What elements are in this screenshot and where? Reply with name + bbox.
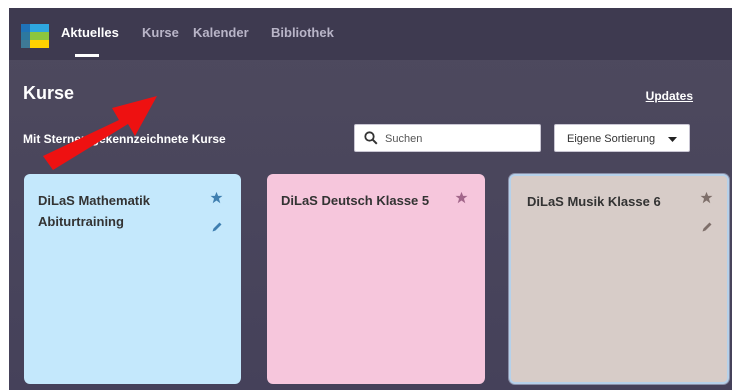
sort-dropdown[interactable]: Eigene Sortierung bbox=[554, 124, 690, 152]
nav-item-aktuelles[interactable]: Aktuelles bbox=[61, 25, 119, 40]
search-box[interactable] bbox=[354, 124, 541, 152]
brand-logo[interactable] bbox=[21, 24, 49, 48]
app-window: Aktuelles Kurse Kalender Bibliothek Kurs… bbox=[9, 8, 732, 390]
starred-courses-heading: Mit Sternen gekennzeichnete Kurse bbox=[23, 132, 226, 146]
active-tab-indicator bbox=[75, 54, 99, 57]
star-icon[interactable] bbox=[210, 191, 223, 204]
course-title[interactable]: DiLaS Musik Klasse 6 bbox=[527, 191, 697, 212]
course-card-deutsch[interactable]: DiLaS Deutsch Klasse 5 bbox=[267, 174, 485, 384]
chevron-down-icon bbox=[668, 137, 677, 142]
pencil-icon[interactable] bbox=[211, 221, 223, 233]
course-title[interactable]: DiLaS Deutsch Klasse 5 bbox=[281, 190, 451, 211]
star-icon[interactable] bbox=[700, 191, 713, 204]
pencil-icon[interactable] bbox=[701, 221, 713, 233]
course-card-musik[interactable]: DiLaS Musik Klasse 6 bbox=[509, 174, 729, 384]
search-icon bbox=[364, 131, 378, 145]
course-title[interactable]: DiLaS Mathematik Abiturtraining bbox=[38, 190, 188, 232]
course-card-mathematik[interactable]: DiLaS Mathematik Abiturtraining bbox=[24, 174, 241, 384]
sort-selected-value: Eigene Sortierung bbox=[567, 133, 656, 145]
top-navigation: Aktuelles Kurse Kalender Bibliothek bbox=[9, 8, 732, 60]
star-icon[interactable] bbox=[455, 191, 468, 204]
updates-link[interactable]: Updates bbox=[646, 89, 693, 103]
nav-item-bibliothek[interactable]: Bibliothek bbox=[271, 25, 334, 40]
page-title: Kurse bbox=[23, 83, 75, 103]
nav-item-kurse[interactable]: Kurse bbox=[142, 25, 179, 40]
search-input[interactable] bbox=[383, 129, 537, 149]
nav-item-kalender[interactable]: Kalender bbox=[193, 25, 249, 40]
